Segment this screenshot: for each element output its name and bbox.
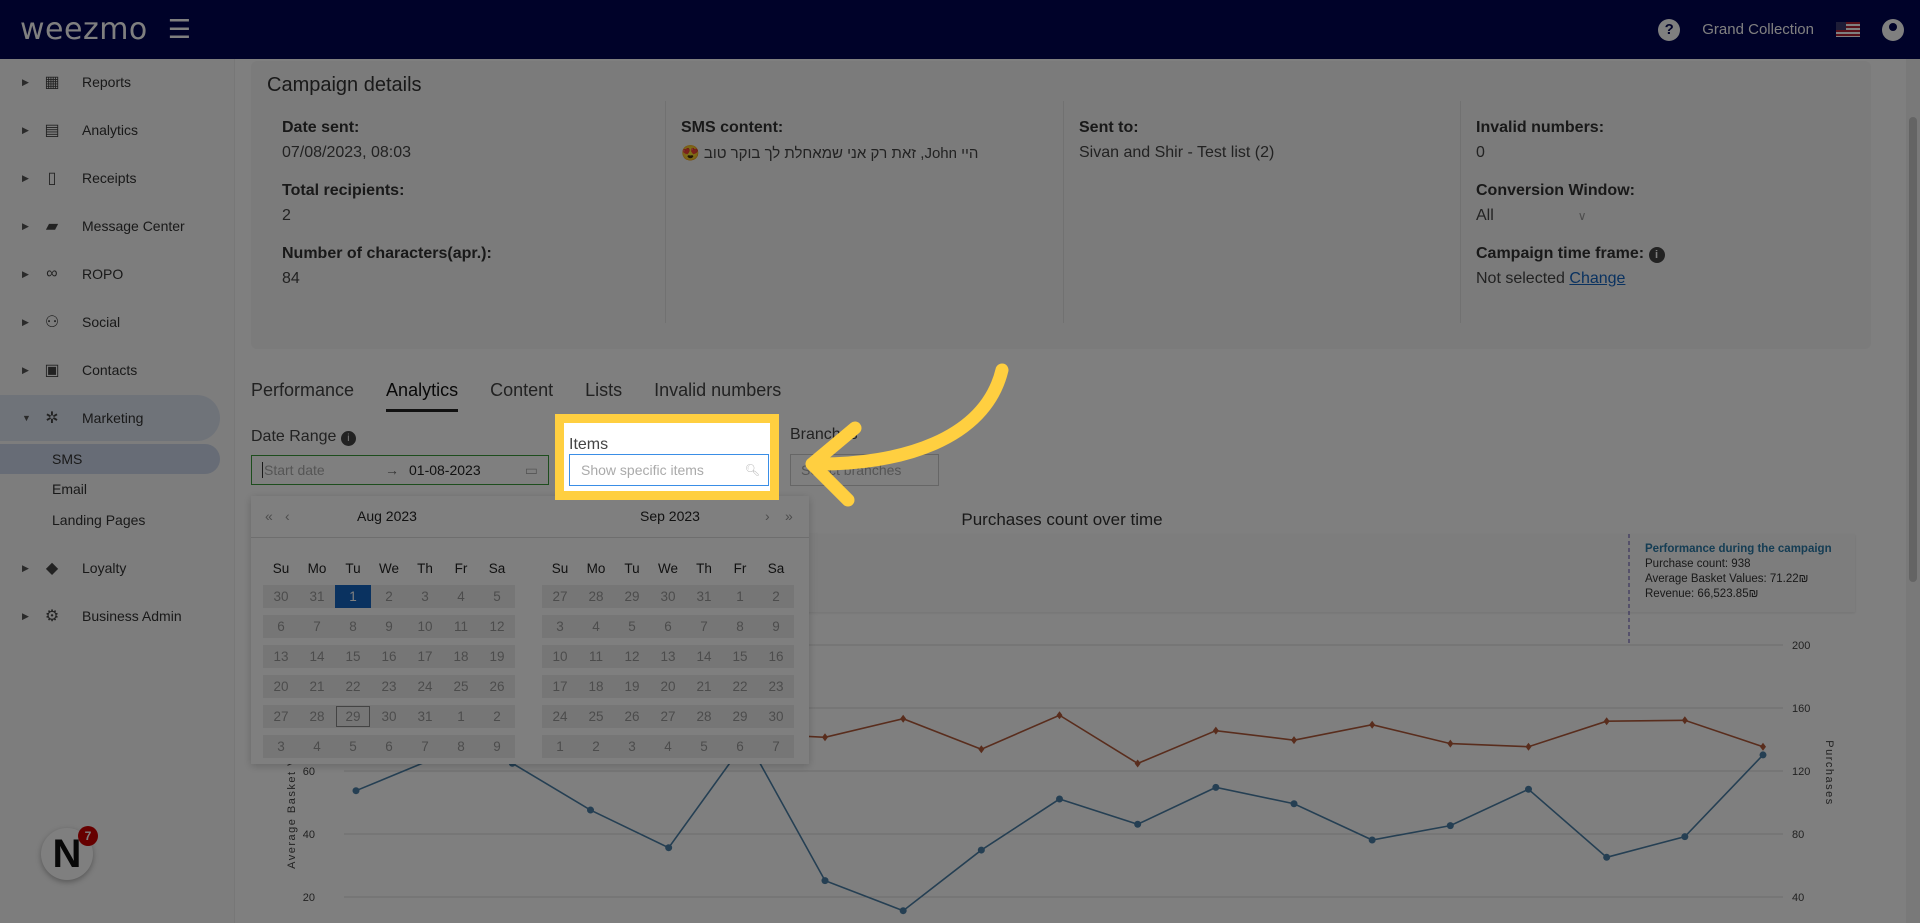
pointer-arrow-icon bbox=[805, 363, 1009, 507]
